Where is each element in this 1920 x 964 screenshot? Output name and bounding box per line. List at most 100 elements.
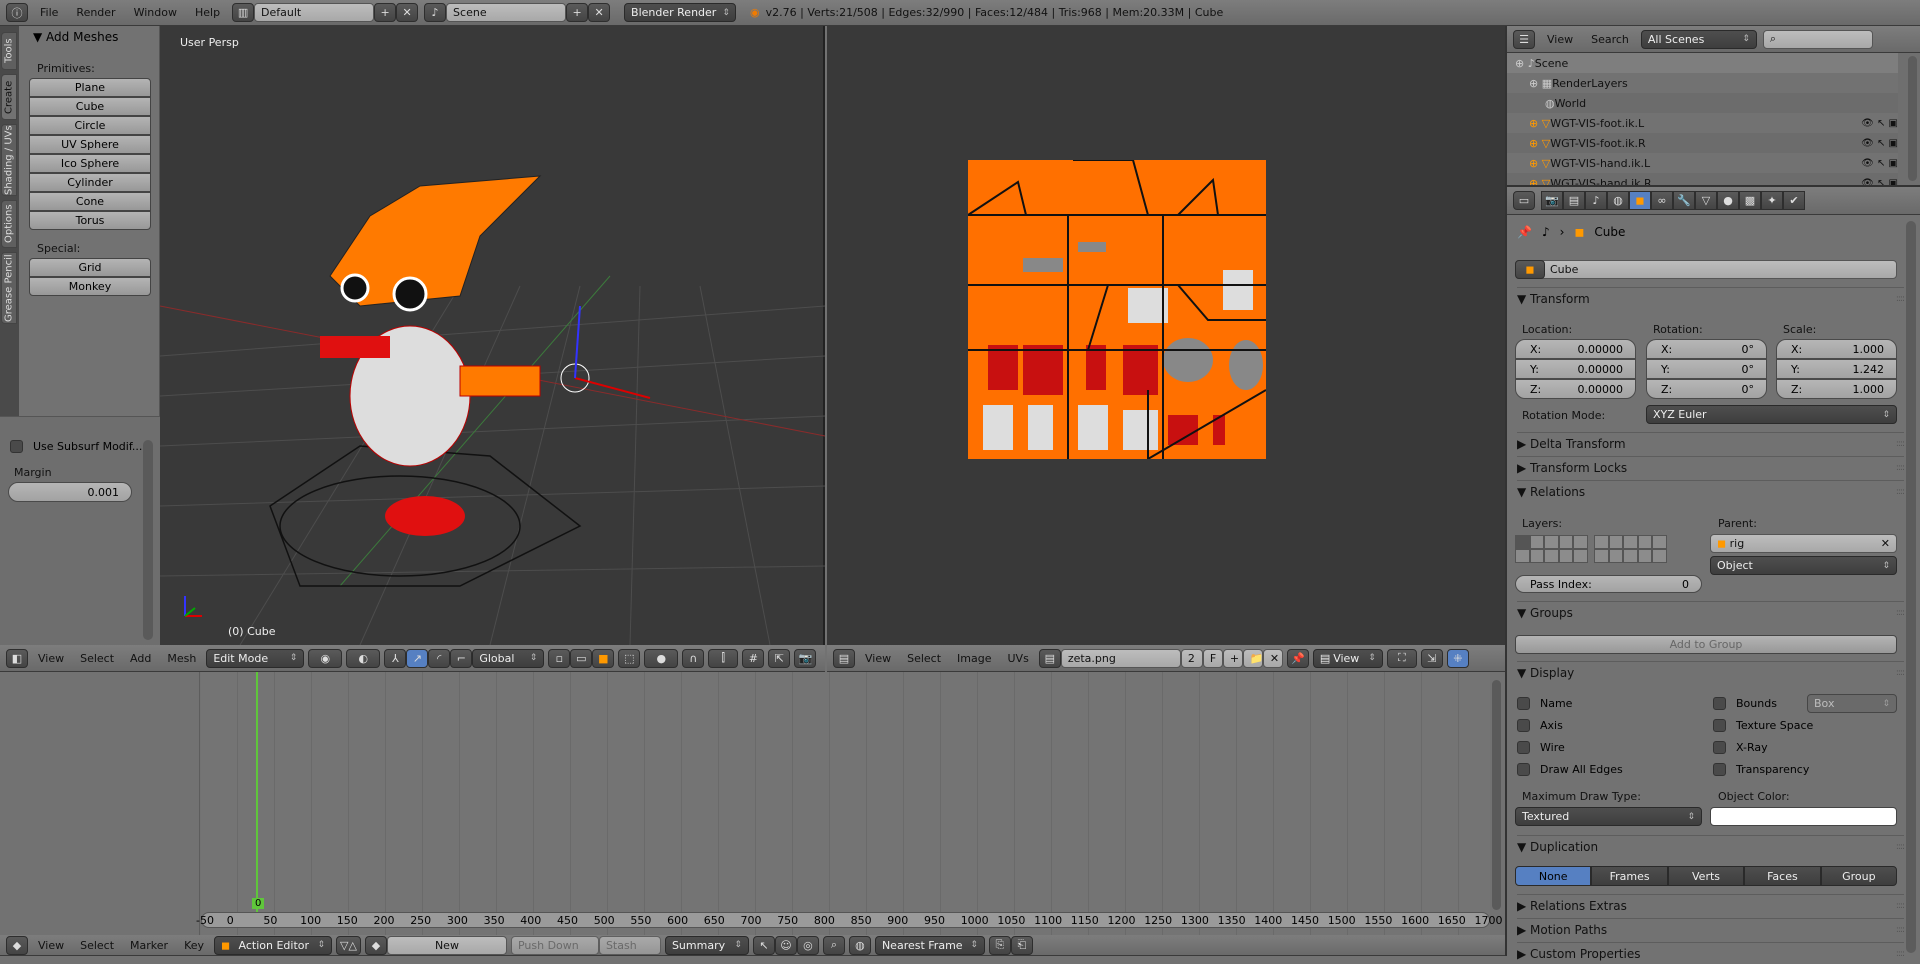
stash-button[interactable]: Stash [598, 935, 661, 955]
add-layout-button[interactable]: + [374, 3, 397, 22]
summary-toggle[interactable]: Summary [664, 935, 749, 955]
menu-file[interactable]: File [34, 6, 64, 19]
restrict-icons[interactable]: 👁 ↖ ▣ [1861, 138, 1898, 149]
proportional-edit-dropdown[interactable]: ● [644, 648, 679, 668]
add-monkey-button[interactable]: Monkey [29, 277, 151, 296]
face-select-icon[interactable]: ■ [592, 648, 615, 668]
auto-snap-dropdown[interactable]: Nearest Frame [874, 935, 985, 955]
layer-toggle[interactable] [1652, 535, 1667, 549]
layer-toggle[interactable] [1529, 535, 1544, 549]
editor-type-dopesheet-button[interactable]: ◆ [6, 935, 28, 955]
restrict-icons[interactable]: 👁 ↖ ▣ [1861, 158, 1898, 169]
constraints-tab-icon[interactable]: ∞ [1651, 191, 1673, 210]
add-circle-button[interactable]: Circle [29, 116, 151, 135]
layer-toggle[interactable] [1515, 549, 1530, 563]
scene-field[interactable]: Scene [446, 3, 567, 22]
menu-add[interactable]: Add [124, 652, 157, 665]
layer-toggle[interactable] [1608, 535, 1623, 549]
display-axis-checkbox[interactable]: Axis [1517, 719, 1563, 732]
tab-shading-uvs[interactable]: Shading / UVs [1, 124, 17, 196]
menu-help[interactable]: Help [189, 6, 226, 19]
render-icon[interactable]: 📷 [794, 648, 817, 668]
layout-field[interactable]: Default [254, 3, 375, 22]
properties-scrollbar[interactable] [1906, 221, 1916, 953]
layer-icon[interactable]: ⇱ [768, 648, 791, 668]
uv-select-mode-icon[interactable]: ⁜ [1446, 648, 1469, 668]
dopesheet-mode-dropdown[interactable]: ◼ Action Editor [214, 935, 333, 955]
layer-toggle[interactable] [1637, 549, 1652, 563]
layer-toggle[interactable] [1623, 535, 1638, 549]
display-x-ray-checkbox[interactable]: X-Ray [1713, 741, 1768, 754]
bounds-type-dropdown[interactable]: Box [1807, 694, 1897, 713]
layout-icon[interactable]: ▥ [232, 3, 255, 22]
panel-custom-properties-header[interactable]: ▶ Custom Properties:::: [1517, 942, 1905, 964]
location-x-field[interactable]: X: 0.00000 [1515, 339, 1636, 359]
display-bounds-checkbox[interactable]: Bounds [1713, 697, 1777, 710]
dopesheet-scrollbar[interactable] [1492, 680, 1501, 910]
physics-tab-icon[interactable]: ✔ [1783, 191, 1805, 210]
paste-keys-icon[interactable]: ⎗ [1010, 935, 1033, 955]
rotation-mode-dropdown[interactable]: XYZ Euler [1646, 405, 1897, 424]
add-ico-sphere-button[interactable]: Ico Sphere [29, 154, 151, 173]
layer-toggle[interactable] [1594, 549, 1609, 563]
menu-render[interactable]: Render [70, 6, 121, 19]
layer-toggle[interactable] [1544, 535, 1559, 549]
render-tab-icon[interactable]: 📷 [1541, 191, 1563, 210]
layer-toggle[interactable] [1544, 549, 1559, 563]
panel-motion-paths-header[interactable]: ▶ Motion Paths:::: [1517, 918, 1905, 940]
layer-toggle[interactable] [1558, 535, 1573, 549]
outliner-search-input[interactable]: ⌕ [1762, 29, 1873, 49]
outliner-item[interactable]: ⊕ ▦ RenderLayers [1507, 73, 1898, 93]
outliner-item[interactable]: ⊕ ▽ WGT-VIS-hand.ik.L 👁 ↖ ▣ [1507, 153, 1898, 173]
rotate-manipulator-icon[interactable]: ◜ [428, 648, 451, 668]
add-uv-sphere-button[interactable]: UV Sphere [29, 135, 151, 154]
object-tab-icon[interactable]: ◼ [1629, 191, 1651, 210]
tool-scrollbar[interactable] [143, 440, 153, 640]
push-down-button[interactable]: Push Down [510, 935, 599, 955]
sync-selection-icon[interactable]: ⇲ [1420, 648, 1443, 668]
layer-toggle[interactable] [1652, 549, 1667, 563]
new-image-button[interactable]: + [1222, 648, 1243, 668]
tab-grease-pencil[interactable]: Grease Pencil [1, 252, 17, 324]
timeline-ruler[interactable]: -50 0 50 100 150 200 250 300 350 400 450 500 550 600 6… [196, 912, 1503, 928]
menu-select[interactable]: Select [74, 652, 120, 665]
location-z-field[interactable]: Z: 0.00000 [1515, 379, 1636, 399]
rotation-y-field[interactable]: Y: 0° [1646, 359, 1767, 379]
mode-dropdown[interactable]: Edit Mode [206, 648, 305, 668]
data-tab-icon[interactable]: ▽ [1695, 191, 1717, 210]
scene-icon[interactable]: ♪ [424, 3, 447, 22]
tab-create[interactable]: Create [1, 74, 17, 120]
layer-toggle[interactable] [1623, 549, 1638, 563]
menu-ds-view[interactable]: View [32, 939, 70, 952]
restrict-icons[interactable]: 👁 ↖ ▣ [1861, 178, 1898, 186]
menu-mesh[interactable]: Mesh [161, 652, 202, 665]
layer-toggle[interactable] [1637, 535, 1652, 549]
parent-field[interactable]: ◼ rig ✕ [1710, 534, 1897, 553]
add-to-group-button[interactable]: Add to Group [1515, 635, 1897, 654]
menu-ds-marker[interactable]: Marker [124, 939, 174, 952]
menu-uv-view[interactable]: View [859, 652, 897, 665]
scale-y-field[interactable]: Y: 1.242 [1776, 359, 1897, 379]
duplication-group-button[interactable]: Group [1820, 866, 1898, 886]
copy-keys-icon[interactable]: ⎘ [988, 935, 1011, 955]
margin-field[interactable]: 0.001 [8, 482, 132, 502]
restrict-icons[interactable]: 👁 ↖ ▣ [1861, 118, 1898, 129]
panel-display-header[interactable]: ▼ Display:::: [1517, 661, 1905, 683]
layer-toggle[interactable] [1573, 549, 1588, 563]
orientation-dropdown[interactable]: Global [472, 648, 545, 668]
new-action-button[interactable]: New [386, 935, 507, 955]
translate-manipulator-icon[interactable]: ↗ [406, 648, 429, 668]
current-frame-indicator[interactable]: 0 [252, 898, 265, 909]
add-cone-button[interactable]: Cone [29, 192, 151, 211]
outliner-item[interactable]: ⊕ ▽ WGT-VIS-foot.ik.R 👁 ↖ ▣ [1507, 133, 1898, 153]
image-name-field[interactable]: zeta.png [1060, 648, 1181, 668]
outliner-item[interactable]: ⊕ ▽ WGT-VIS-foot.ik.L 👁 ↖ ▣ [1507, 113, 1898, 133]
duplication-faces-button[interactable]: Faces [1744, 866, 1821, 886]
outliner-item[interactable]: ⊕ ▽ WGT-VIS-hand.ik.R 👁 ↖ ▣ [1507, 173, 1898, 185]
prev-action-button[interactable]: ▽△ [336, 935, 361, 955]
current-frame-line[interactable] [256, 672, 258, 912]
shading-dropdown[interactable]: ◉ [308, 648, 343, 668]
panel-relations-extras-header[interactable]: ▶ Relations Extras:::: [1517, 894, 1905, 916]
snap-target-icon[interactable]: # [742, 648, 765, 668]
pass-index-field[interactable]: Pass Index: 0 [1515, 575, 1702, 593]
